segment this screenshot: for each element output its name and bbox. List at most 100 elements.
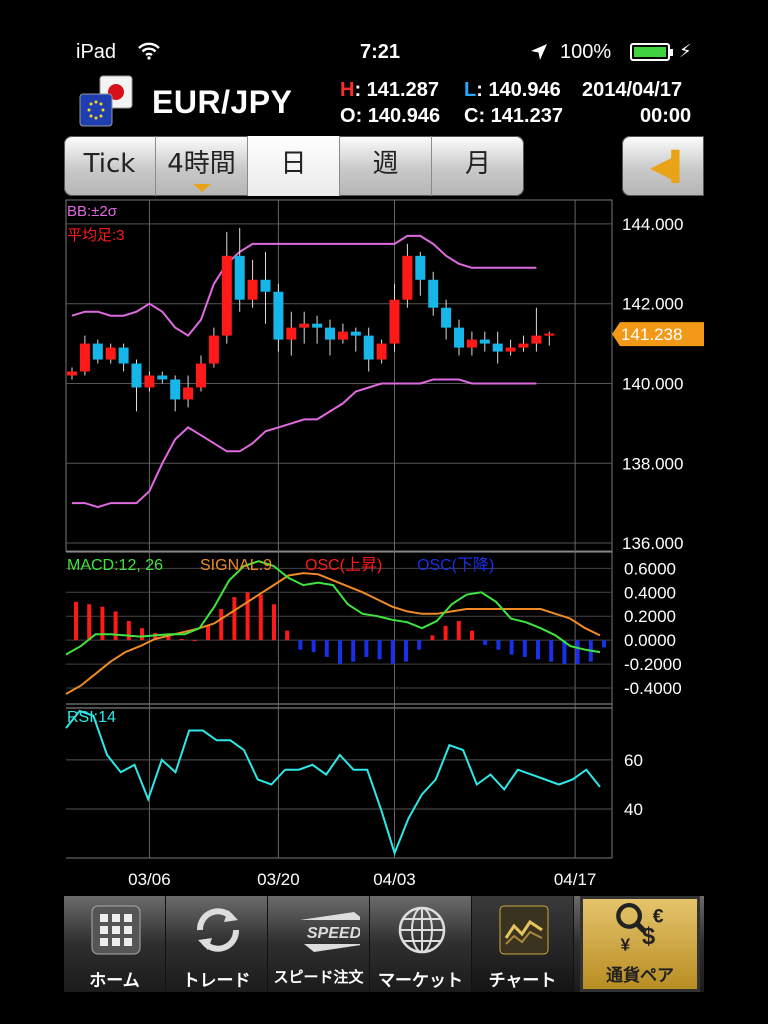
rsi-tick-label: 60 xyxy=(624,751,643,770)
candle-down xyxy=(441,307,452,328)
collapse-arrow-icon: ◀▍ xyxy=(650,151,694,182)
date-tick-label: 04/03 xyxy=(373,870,416,889)
osc-down-bar xyxy=(311,640,316,653)
open-quote: O: 140.946 xyxy=(340,105,441,127)
high-value: 141.287 xyxy=(366,79,439,101)
toolbar-speed-order[interactable]: SPEED スピード注文 xyxy=(268,896,370,992)
toolbar-currency-pairs[interactable]: € $ ¥ 通貨ペア xyxy=(580,896,700,992)
signal-line xyxy=(65,572,601,695)
osc-up-bar xyxy=(140,628,144,641)
candle-down xyxy=(157,375,168,380)
candle-down xyxy=(131,363,142,388)
quote-date: 2014/04/17 xyxy=(582,79,683,101)
macd-tick-label: 0.0000 xyxy=(624,631,676,650)
candle-up xyxy=(518,343,529,348)
toolbar-currency-pairs-label: 通貨ペア xyxy=(606,966,674,986)
candle-up xyxy=(221,255,232,336)
osc-up-bar xyxy=(456,621,461,641)
rsi-tick-label: 40 xyxy=(624,800,643,819)
osc-down-bar xyxy=(417,640,422,650)
collapse-button[interactable]: ◀▍ xyxy=(622,136,704,196)
macd-panel xyxy=(65,560,606,695)
osc-up-bar xyxy=(192,640,197,642)
tab-daily-label: 日 xyxy=(280,149,307,179)
osc-down-bar xyxy=(351,640,356,662)
legend-rsi: RSI:14 xyxy=(67,709,116,726)
tab-4hour[interactable]: 4時間 xyxy=(156,136,248,196)
osc-down-bar xyxy=(298,640,303,650)
battery-percent: 100% xyxy=(560,41,612,63)
low-value: 140.946 xyxy=(488,79,561,101)
date-tick-label: 03/20 xyxy=(257,870,300,889)
tab-tick-label: Tick xyxy=(83,149,136,179)
high-label: H xyxy=(340,79,355,101)
chart-grid xyxy=(65,199,613,859)
home-grid-icon xyxy=(91,905,141,955)
eur-jpy-flag-icon[interactable] xyxy=(78,74,136,130)
toolbar-home[interactable]: ホーム xyxy=(64,896,166,992)
tab-weekly-label: 週 xyxy=(372,149,399,179)
candle-up xyxy=(105,347,116,360)
svg-text:$: $ xyxy=(642,924,655,950)
osc-up-bar xyxy=(126,621,131,641)
candle-up xyxy=(376,343,387,360)
chart-area[interactable]: 144.000 142.000 140.000 138.000 136.000 03/06… xyxy=(0,196,768,896)
osc-up-bar xyxy=(443,625,448,641)
candle-up xyxy=(196,363,206,388)
price-tick-label: 136.000 xyxy=(622,534,683,553)
bb-lower-line xyxy=(72,378,537,509)
toolbar-trade-label: トレード xyxy=(182,971,251,991)
rsi-panel xyxy=(65,709,601,857)
tab-tick[interactable]: Tick xyxy=(64,136,156,196)
osc-down-bar xyxy=(483,640,488,645)
wifi-icon xyxy=(138,42,160,60)
legend-macd-item: OSC(下降) xyxy=(417,556,494,574)
osc-down-bar xyxy=(324,640,329,657)
close-label: C xyxy=(464,105,479,127)
candle-up xyxy=(208,335,219,364)
macd-tick-label: -0.4000 xyxy=(624,679,682,698)
macd-tick-label: -0.2000 xyxy=(624,655,682,674)
tab-monthly[interactable]: 月 xyxy=(432,136,524,196)
low-quote: L: 140.946 xyxy=(464,79,561,101)
candle-up xyxy=(505,347,516,352)
tab-daily[interactable]: 日 xyxy=(248,136,340,196)
legend-macd-item: OSC(上昇) xyxy=(305,556,382,574)
osc-up-bar xyxy=(179,638,184,641)
tab-monthly-label: 月 xyxy=(464,149,491,179)
candle-down xyxy=(170,379,181,400)
toolbar-trade[interactable]: トレード xyxy=(166,896,268,992)
osc-down-bar xyxy=(549,640,554,662)
osc-down-bar xyxy=(496,640,501,650)
candle-up xyxy=(299,323,310,328)
clock: 7:21 xyxy=(360,41,401,63)
candle-down xyxy=(92,343,103,360)
candle-down xyxy=(118,347,129,364)
candle-up xyxy=(544,333,555,336)
osc-down-bar xyxy=(509,640,514,655)
current-price-label: 141.238 xyxy=(621,325,682,344)
candle-up xyxy=(531,335,542,344)
date-tick-label: 04/17 xyxy=(554,870,597,889)
osc-up-bar xyxy=(430,635,435,641)
legend-macd-item: SIGNAL:9 xyxy=(200,557,272,574)
location-arrow-icon xyxy=(531,44,547,60)
trade-arrows-icon xyxy=(197,908,239,952)
bottom-toolbar: ホーム トレード SPEED スピード注文 マーケット チャート € $ ¥ 通… xyxy=(64,896,704,992)
macd-tick-label: 0.2000 xyxy=(624,607,676,626)
candle-up xyxy=(286,327,297,340)
toolbar-home-label: ホーム xyxy=(89,971,140,991)
status-bar: iPad 7:21 100% ⚡ xyxy=(64,38,704,68)
osc-up-bar xyxy=(219,609,224,641)
toolbar-chart-label: チャート xyxy=(488,971,557,991)
candle-up xyxy=(466,339,477,348)
toolbar-market[interactable]: マーケット xyxy=(370,896,472,992)
osc-down-bar xyxy=(377,640,382,660)
price-tick-label: 138.000 xyxy=(622,454,683,473)
osc-down-bar xyxy=(536,640,540,660)
open-label: O xyxy=(340,105,356,127)
osc-down-bar xyxy=(338,640,342,665)
tab-weekly[interactable]: 週 xyxy=(340,136,432,196)
toolbar-chart[interactable]: チャート xyxy=(472,896,574,992)
candle-up xyxy=(389,299,400,344)
